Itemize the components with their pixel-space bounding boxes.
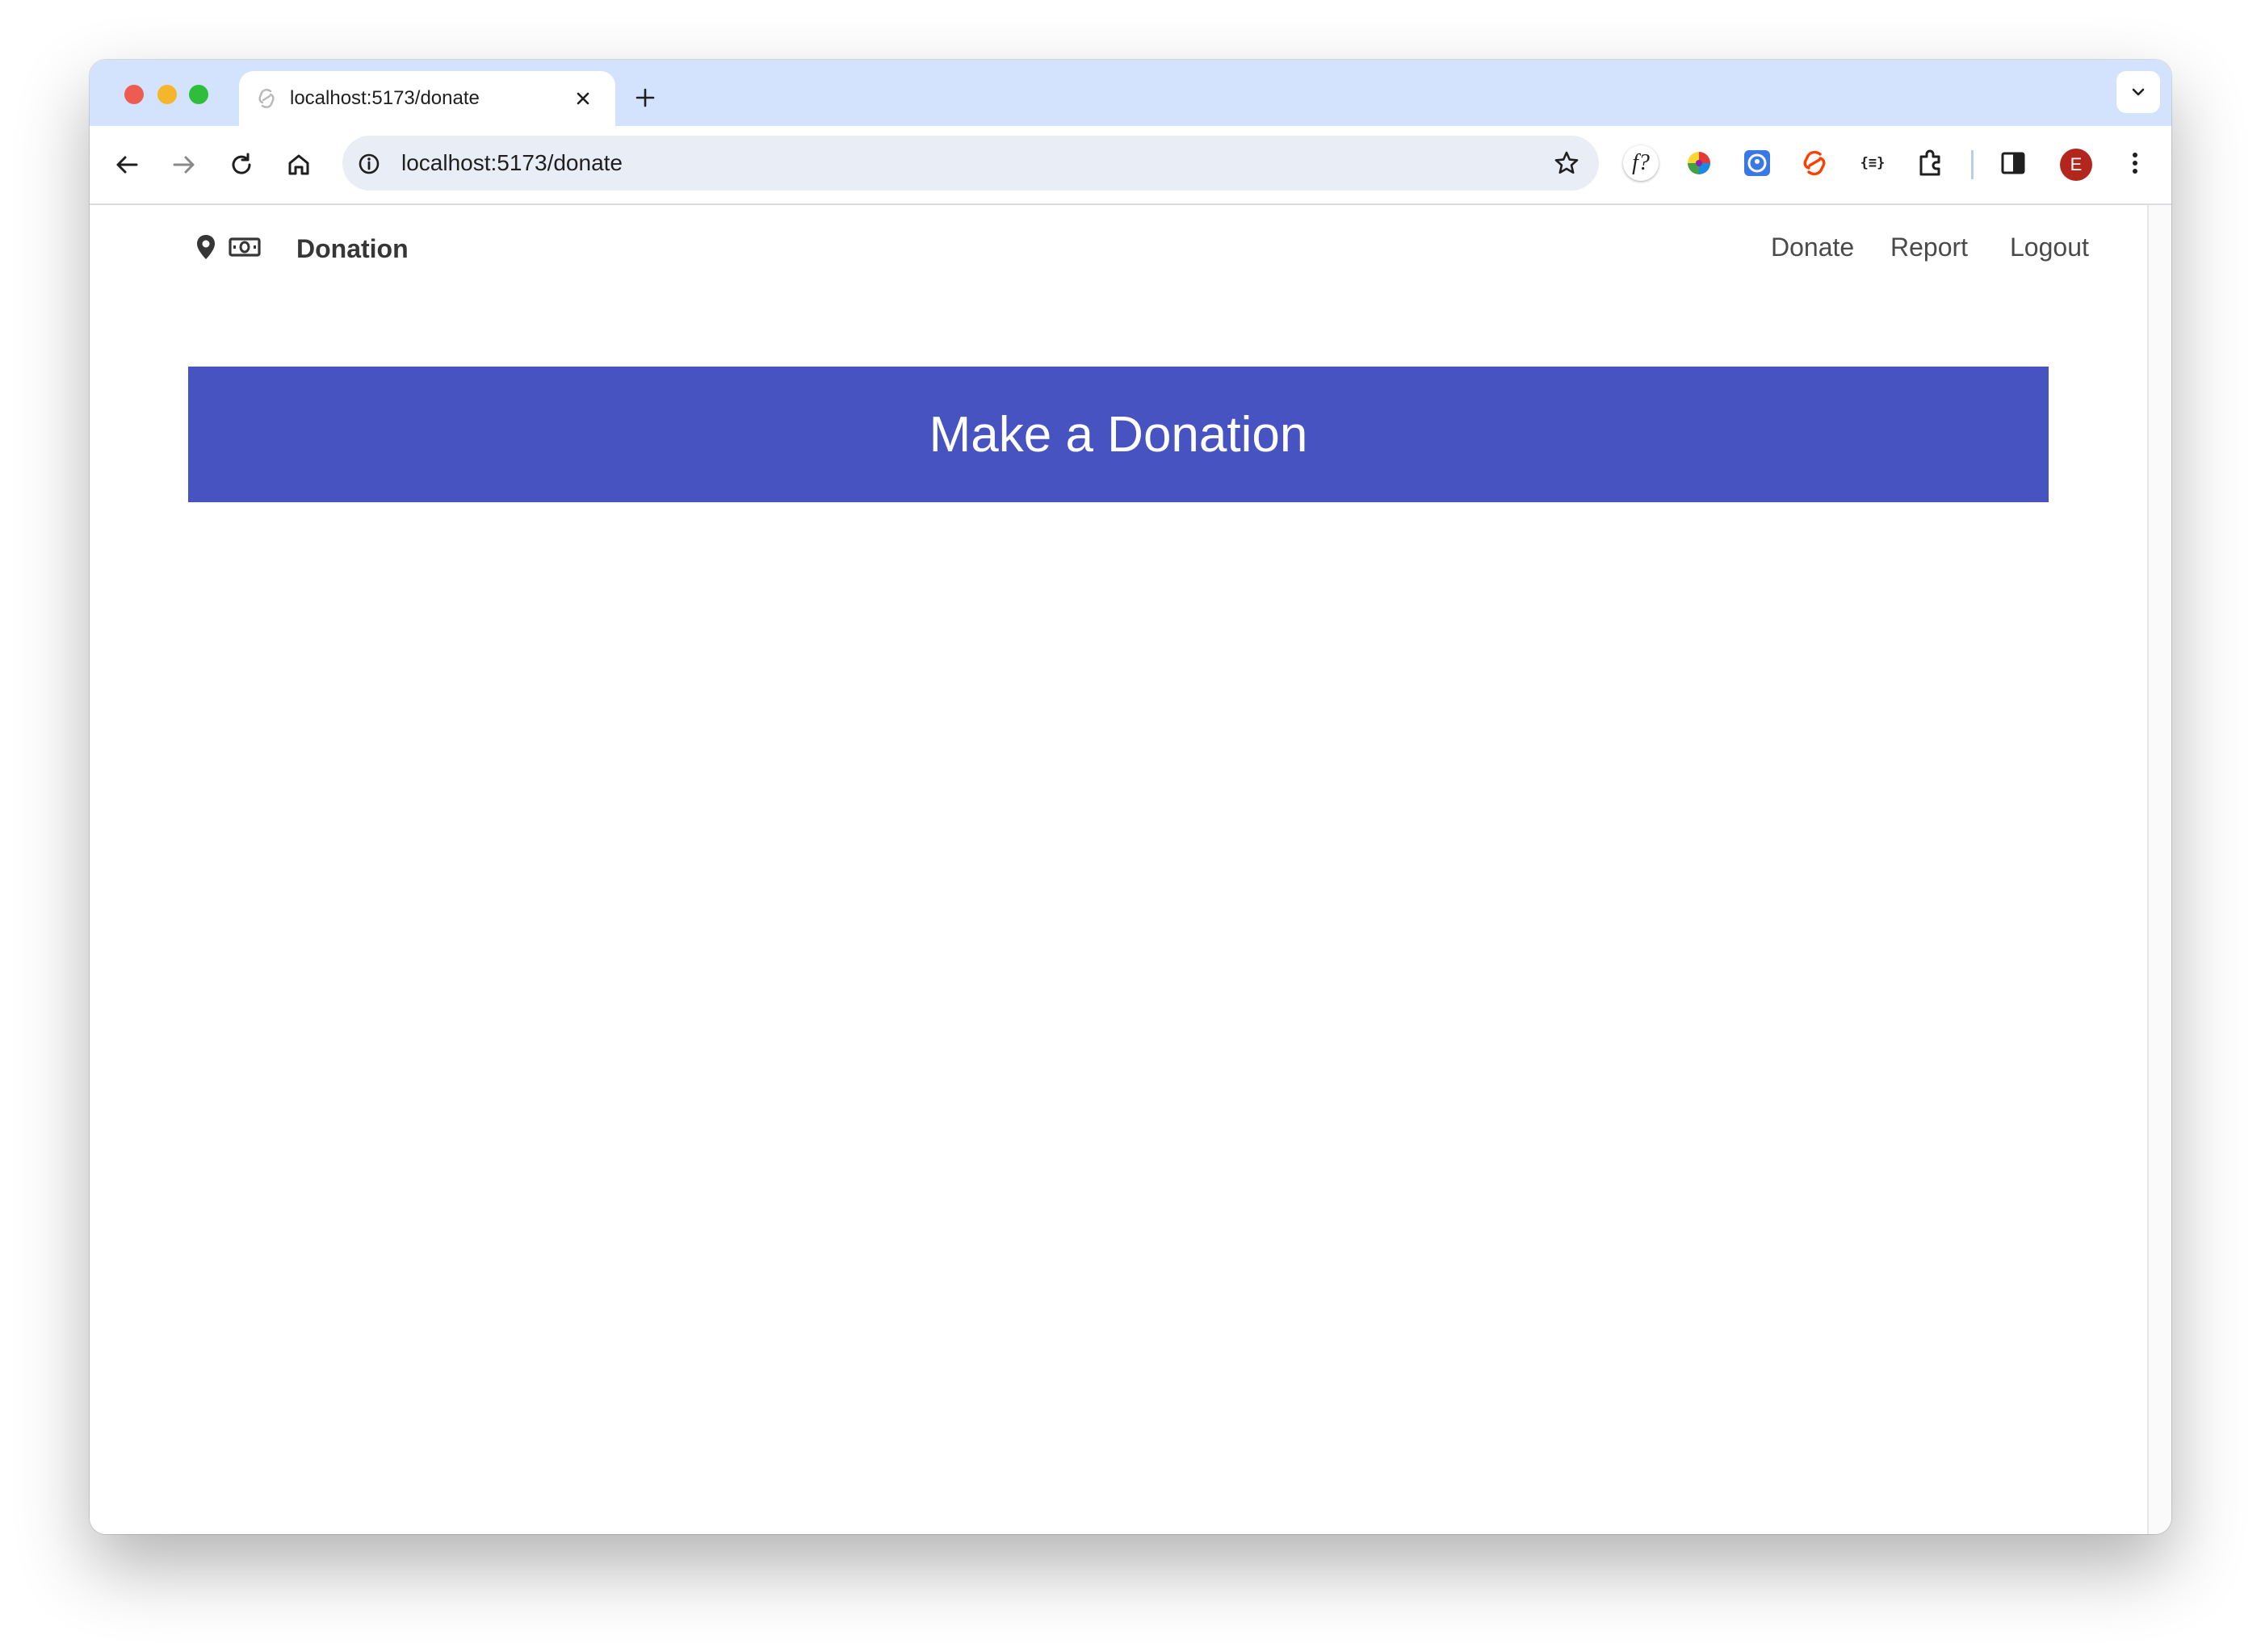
page-viewport: Donation Donate Report Logout Make a Don… bbox=[90, 205, 2147, 1534]
browser-menu-kebab-icon[interactable] bbox=[2117, 145, 2153, 181]
tab-title: localhost:5173/donate bbox=[290, 87, 480, 109]
forward-arrow-icon[interactable] bbox=[168, 149, 200, 181]
side-panel-icon[interactable] bbox=[1995, 145, 2031, 181]
page-title: Make a Donation bbox=[929, 406, 1308, 463]
close-window-button[interactable] bbox=[124, 85, 144, 104]
font-finder-extension-icon[interactable]: f? bbox=[1623, 145, 1659, 181]
nav-link-logout[interactable]: Logout bbox=[2010, 233, 2089, 262]
page-scrollbar[interactable] bbox=[2147, 205, 2171, 1534]
map-pin-icon bbox=[197, 235, 215, 259]
brand-name: Donation bbox=[296, 234, 409, 263]
bookmark-star-icon[interactable] bbox=[1552, 149, 1581, 178]
back-arrow-icon[interactable] bbox=[111, 149, 143, 181]
minimize-window-button[interactable] bbox=[157, 85, 177, 104]
tab-strip: localhost:5173/donate bbox=[90, 60, 2171, 126]
reload-icon[interactable] bbox=[225, 149, 258, 181]
page-title-banner: Make a Donation bbox=[188, 367, 2049, 502]
site-navbar: Donation Donate Report Logout bbox=[90, 205, 2147, 294]
new-tab-icon[interactable] bbox=[633, 86, 657, 110]
profile-avatar[interactable]: E bbox=[2060, 149, 2092, 181]
active-tab[interactable]: localhost:5173/donate bbox=[239, 71, 615, 126]
svelte-favicon-icon bbox=[258, 89, 275, 108]
browser-window: localhost:5173/donate localhost:5173/don… bbox=[90, 60, 2171, 1534]
nav-link-donate[interactable]: Donate bbox=[1771, 233, 1854, 262]
money-bill-icon bbox=[229, 237, 261, 257]
address-bar[interactable]: localhost:5173/donate bbox=[342, 136, 1599, 191]
chevron-down-icon bbox=[2132, 88, 2145, 96]
maximize-window-button[interactable] bbox=[189, 85, 208, 104]
browser-toolbar: localhost:5173/donate f? {≡} E bbox=[90, 126, 2171, 205]
color-picker-extension-icon[interactable] bbox=[1681, 145, 1717, 181]
url-text: localhost:5173/donate bbox=[401, 150, 623, 175]
extensions-puzzle-icon[interactable] bbox=[1913, 145, 1948, 181]
site-info-icon[interactable] bbox=[357, 152, 381, 176]
json-viewer-extension-icon[interactable]: {≡} bbox=[1855, 145, 1890, 181]
svelte-devtools-extension-icon[interactable] bbox=[1797, 145, 1832, 181]
home-icon[interactable] bbox=[283, 149, 315, 181]
nav-link-report[interactable]: Report bbox=[1890, 233, 1968, 262]
tab-search-button[interactable] bbox=[2116, 71, 2160, 113]
close-tab-icon[interactable] bbox=[572, 87, 594, 110]
privacy-extension-icon[interactable] bbox=[1739, 145, 1775, 181]
toolbar-divider bbox=[1971, 150, 1974, 179]
